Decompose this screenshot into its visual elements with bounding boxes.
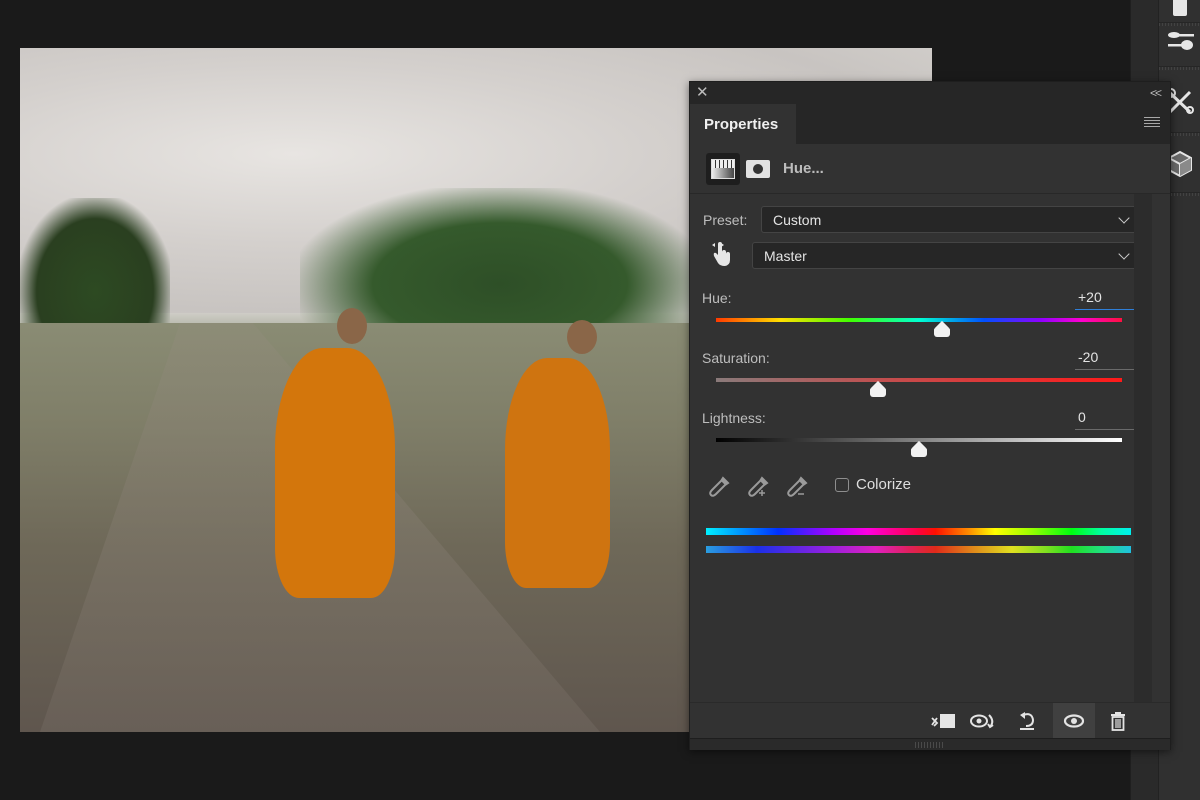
eye-icon — [1063, 714, 1085, 728]
photoshop-workspace: ✕ << Properties Hue... Preset: Custom Ma… — [0, 0, 1200, 800]
dock-separator — [1159, 66, 1200, 70]
clip-to-layer-button[interactable] — [922, 703, 964, 739]
output-spectrum-bar — [706, 546, 1131, 553]
adjustment-header: Hue... — [690, 144, 1170, 194]
hue-saturation-adjustment-icon[interactable] — [706, 153, 740, 185]
eyedropper-button[interactable] — [706, 474, 732, 500]
saturation-label: Saturation: — [702, 350, 770, 366]
panel-scrollbar[interactable] — [1134, 194, 1152, 702]
eyedropper-subtract-button[interactable] — [784, 474, 810, 500]
colorize-label: Colorize — [856, 476, 912, 493]
colorize-checkbox[interactable] — [835, 478, 849, 492]
channel-value: Master — [764, 247, 807, 264]
saturation-slider-thumb[interactable] — [870, 383, 887, 397]
chevron-down-icon — [1118, 248, 1130, 260]
layer-mask-icon[interactable] — [746, 160, 770, 178]
eye-previous-icon — [970, 714, 994, 729]
collapse-icon[interactable]: << — [1150, 84, 1162, 102]
chevron-down-icon — [1118, 212, 1130, 224]
channel-dropdown[interactable]: Master — [752, 242, 1137, 269]
panel-resize-bar — [690, 738, 1170, 750]
hue-label: Hue: — [702, 290, 732, 306]
adjustment-name: Hue... — [783, 160, 824, 177]
view-previous-state-button[interactable] — [962, 703, 1004, 739]
hue-slider-thumb[interactable] — [933, 323, 950, 337]
eyedropper-icon — [709, 476, 730, 497]
toggle-visibility-button[interactable] — [1053, 703, 1095, 739]
trash-icon — [1111, 712, 1125, 731]
targeted-adjustment-hand-icon[interactable] — [708, 240, 734, 268]
reset-icon — [1020, 712, 1035, 730]
tab-properties[interactable]: Properties — [690, 104, 796, 144]
preset-value: Custom — [773, 211, 822, 228]
eyedropper-add-button[interactable] — [745, 474, 771, 500]
delete-button[interactable] — [1097, 703, 1139, 739]
lightness-slider-thumb[interactable] — [911, 443, 927, 457]
brush-cup-icon — [1173, 0, 1187, 16]
panel-tabbar: Properties — [690, 104, 1170, 144]
properties-panel: ✕ << Properties Hue... Preset: Custom Ma… — [689, 81, 1171, 750]
lightness-value-input[interactable]: 0 — [1075, 406, 1137, 430]
panel-titlebar[interactable]: ✕ << — [690, 82, 1170, 104]
clip-icon — [931, 714, 955, 728]
reset-button[interactable] — [1006, 703, 1048, 739]
hue-value-input[interactable]: +20 — [1075, 286, 1137, 310]
lightness-label: Lightness: — [702, 410, 766, 426]
panel-footer — [690, 702, 1170, 739]
brush-settings-icon — [1168, 32, 1194, 50]
resize-grip[interactable] — [915, 742, 943, 748]
monk-left — [275, 308, 395, 598]
eyedropper-add-icon — [748, 476, 769, 497]
input-spectrum-bar — [706, 528, 1131, 535]
monk-right-head — [567, 320, 597, 354]
monk-left-head — [337, 308, 367, 344]
monk-right — [505, 320, 610, 588]
panel-menu-icon[interactable] — [1144, 117, 1160, 129]
saturation-value-input[interactable]: -20 — [1075, 346, 1137, 370]
hue-slider-track[interactable] — [716, 318, 1122, 322]
close-icon[interactable]: ✕ — [696, 84, 709, 102]
preset-dropdown[interactable]: Custom — [761, 206, 1137, 233]
hand-pointer-icon — [712, 242, 730, 266]
eyedropper-subtract-icon — [787, 476, 808, 497]
saturation-slider-track[interactable] — [716, 378, 1122, 382]
dock-brush-settings[interactable] — [1159, 20, 1200, 64]
preset-label: Preset: — [703, 212, 748, 228]
